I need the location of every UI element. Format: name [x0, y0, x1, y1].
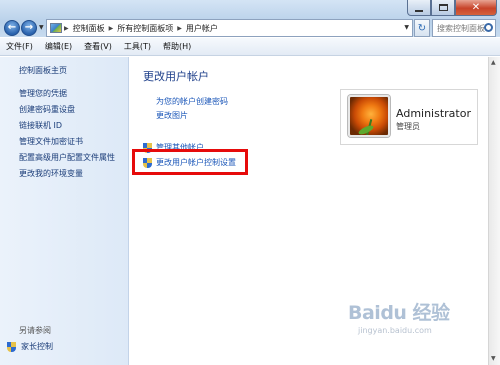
menu-edit[interactable]: 编辑(E) — [39, 41, 78, 52]
sidebar-change-env-variables[interactable]: 更改我的环境变量 — [19, 168, 83, 179]
highlight-box — [132, 149, 248, 175]
breadcrumb-user-accounts[interactable]: 用户帐户 — [184, 23, 220, 34]
close-icon: ✕ — [471, 2, 481, 13]
back-arrow-icon: ← — [7, 22, 17, 33]
user-account-card: Administrator 管理员 — [340, 89, 478, 145]
scroll-down-icon[interactable]: ▼ — [491, 355, 496, 362]
sidebar-manage-credentials[interactable]: 管理您的凭据 — [19, 88, 67, 99]
sidebar-parental-controls[interactable]: 家长控制 — [7, 341, 53, 352]
recent-pages-dropdown-icon[interactable]: ▼ — [39, 24, 44, 31]
sidebar-create-reset-disk[interactable]: 创建密码重设盘 — [19, 104, 75, 115]
menu-help[interactable]: 帮助(H) — [157, 41, 197, 52]
forward-arrow-icon: → — [24, 22, 34, 33]
avatar — [348, 95, 390, 137]
breadcrumb-separator-icon[interactable]: ▶ — [175, 25, 184, 32]
minimize-button[interactable] — [407, 0, 431, 16]
search-placeholder: 搜索控制面板 — [437, 23, 485, 33]
create-password-link[interactable]: 为您的帐户创建密码 — [156, 96, 228, 107]
minimize-icon — [415, 9, 423, 12]
sidebar-link-online-id[interactable]: 链接联机 ID — [19, 120, 62, 131]
breadcrumb-separator-icon[interactable]: ▶ — [107, 25, 116, 32]
user-role: 管理员 — [396, 122, 420, 131]
sidebar-manage-encryption-certs[interactable]: 管理文件加密证书 — [19, 136, 83, 147]
close-button[interactable]: ✕ — [455, 0, 497, 16]
maximize-icon — [438, 4, 448, 11]
menu-bar: 文件(F) 编辑(E) 查看(V) 工具(T) 帮助(H) — [0, 38, 500, 56]
task-sidebar: 控制面板主页 管理您的凭据 创建密码重设盘 链接联机 ID 管理文件加密证书 配… — [0, 57, 129, 365]
scroll-up-icon[interactable]: ▲ — [491, 59, 496, 66]
sidebar-control-panel-home[interactable]: 控制面板主页 — [19, 65, 67, 76]
maximize-button[interactable] — [431, 0, 455, 16]
baidu-watermark: Baidu 经验 jingyan.baidu.com — [348, 298, 466, 350]
see-also-heading: 另请参阅 — [19, 326, 51, 335]
breadcrumb-separator-icon[interactable]: ▶ — [62, 25, 71, 32]
menu-tools[interactable]: 工具(T) — [118, 41, 157, 52]
search-icon — [484, 23, 493, 32]
forward-button[interactable]: → — [21, 20, 37, 36]
vertical-scrollbar[interactable]: ▲ ▼ — [488, 57, 500, 365]
refresh-button[interactable]: ↻ — [414, 19, 430, 37]
control-panel-icon — [50, 23, 62, 33]
sidebar-advanced-profile-properties[interactable]: 配置高级用户配置文件属性 — [19, 152, 115, 163]
search-input[interactable]: 搜索控制面板 — [432, 19, 496, 37]
address-dropdown-icon[interactable]: ▼ — [404, 24, 409, 31]
window-controls: ✕ — [407, 0, 497, 16]
address-bar[interactable]: ▶ 控制面板 ▶ 所有控制面板项 ▶ 用户帐户 ▼ — [46, 19, 413, 37]
watermark-logo: Baidu 经验 — [348, 302, 450, 324]
refresh-icon: ↻ — [417, 22, 427, 34]
change-picture-link[interactable]: 更改图片 — [156, 110, 188, 121]
breadcrumb-control-panel[interactable]: 控制面板 — [71, 23, 107, 34]
back-button[interactable]: ← — [4, 20, 20, 36]
menu-view[interactable]: 查看(V) — [78, 41, 118, 52]
page-title: 更改用户帐户 — [143, 70, 209, 83]
breadcrumb-all-items[interactable]: 所有控制面板项 — [115, 23, 175, 34]
watermark-url: jingyan.baidu.com — [358, 326, 432, 335]
parental-controls-label: 家长控制 — [21, 342, 53, 351]
shield-icon — [7, 341, 16, 352]
user-name: Administrator — [396, 107, 471, 120]
menu-file[interactable]: 文件(F) — [0, 41, 39, 52]
